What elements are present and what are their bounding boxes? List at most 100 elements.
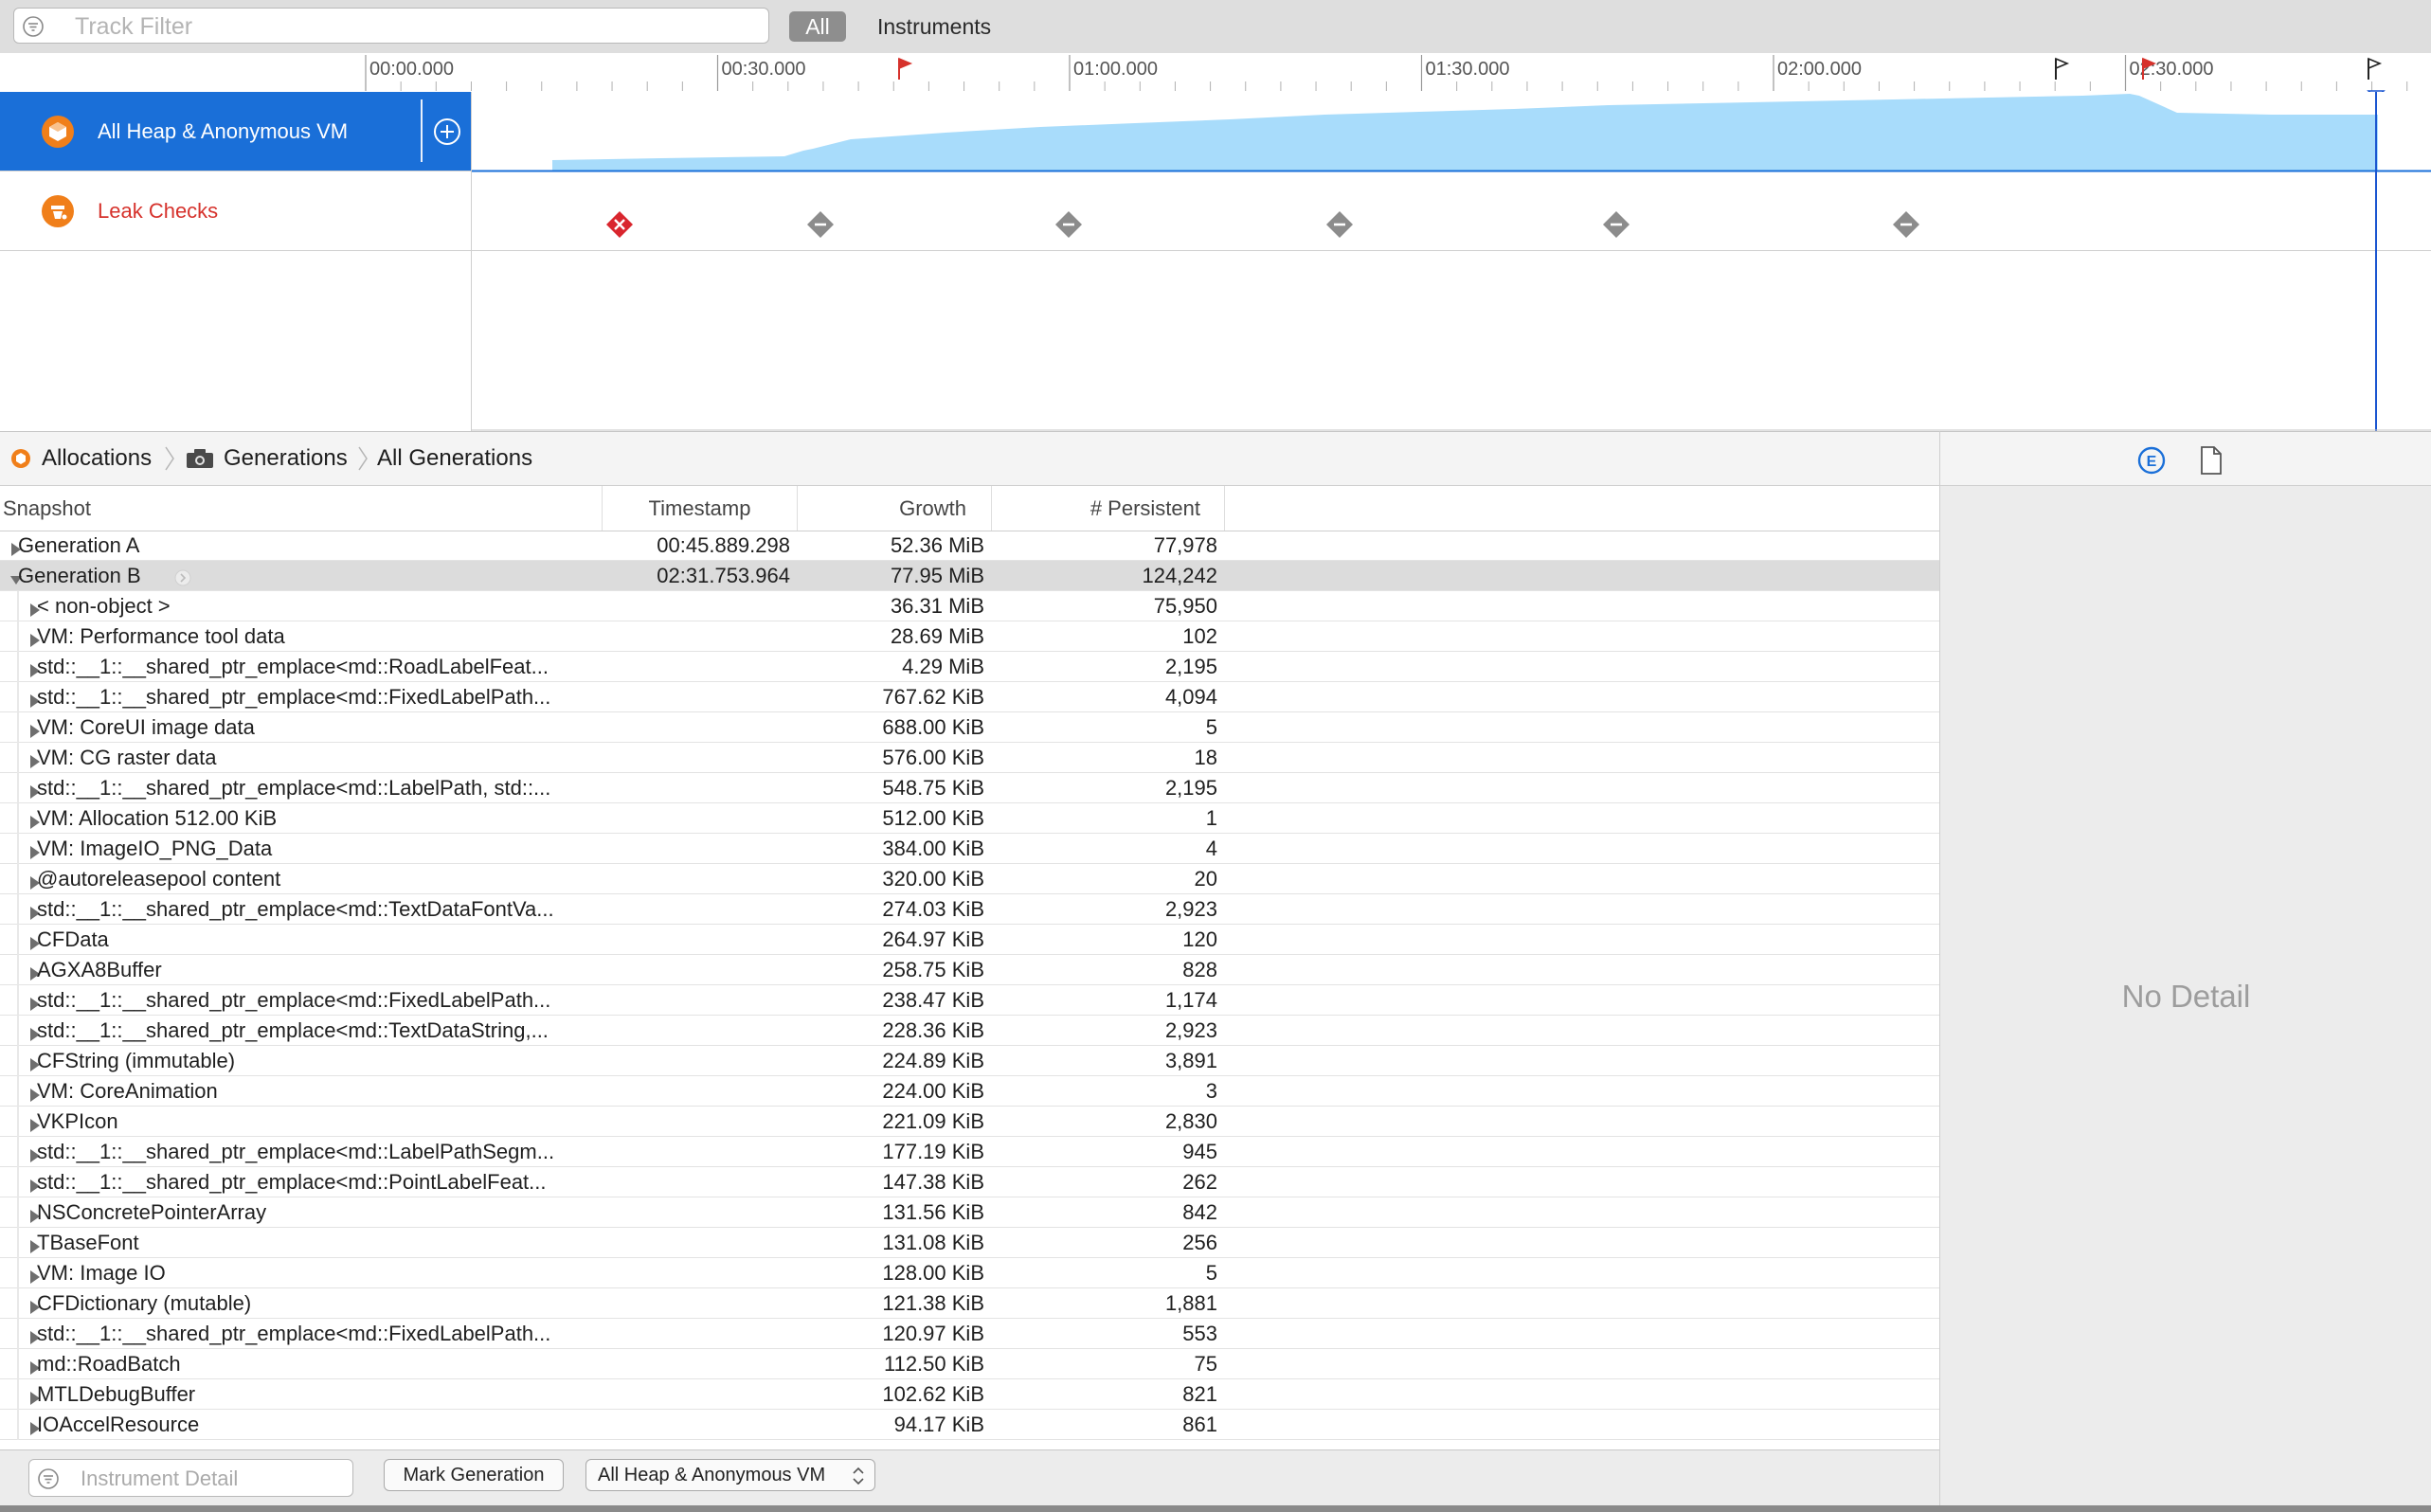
table-row[interactable]: std::__1::__shared_ptr_emplace<md::Point… [0,1167,1939,1197]
timeline-ruler[interactable]: 00:00.000 00:30.000 01:00.000 01:30.000 02:0… [0,53,2431,93]
filter-all-button[interactable]: All [789,11,846,42]
breadcrumb-allocations[interactable]: Allocations [42,432,152,485]
go-arrow-icon[interactable] [174,567,191,592]
column-growth[interactable]: Growth [798,486,992,531]
inspector-toolbar: E [1939,431,2431,486]
table-row[interactable]: std::__1::__shared_ptr_emplace<md::TextD… [0,1016,1939,1046]
inspector-pane: No Detail [1939,486,2431,1512]
table-row[interactable]: NSConcretePointerArray 131.56 KiB 842 [0,1197,1939,1228]
leak-ok-icon[interactable] [1055,211,1082,238]
mark-generation-button[interactable]: Mark Generation [384,1459,564,1491]
table-row[interactable]: IOAccelResource 94.17 KiB 861 [0,1410,1939,1440]
snapshot-name: std::__1::__shared_ptr_emplace<md::TextD… [37,1018,549,1042]
growth-cell: 52.36 MiB [890,533,984,557]
table-row[interactable]: std::__1::__shared_ptr_emplace<md::Label… [0,1137,1939,1167]
filter-icon [37,1467,60,1495]
timestamp-cell [603,955,790,984]
leak-ok-icon[interactable] [1603,211,1630,238]
tree-guide [17,955,19,985]
instrument-detail-field[interactable] [28,1459,353,1497]
filter-instruments-button[interactable]: Instruments [877,11,991,42]
tree-guide [17,803,19,834]
leak-ok-icon[interactable] [1326,211,1353,238]
snapshot-name: VM: CoreUI image data [37,715,255,739]
table-row[interactable]: < non-object > 36.31 MiB 75,950 [0,591,1939,621]
table-row[interactable]: MTLDebugBuffer 102.62 KiB 821 [0,1379,1939,1410]
persistent-cell: 256 [1182,1231,1217,1254]
extended-detail-icon[interactable]: E [2137,446,2166,479]
column-snapshot[interactable]: Snapshot [0,486,603,531]
table-row[interactable]: VM: CoreAnimation 224.00 KiB 3 [0,1076,1939,1107]
table-row[interactable]: std::__1::__shared_ptr_emplace<md::Fixed… [0,682,1939,712]
snapshot-name: std::__1::__shared_ptr_emplace<md::Fixed… [37,1322,551,1345]
leaks-icon [41,194,75,233]
growth-cell: 131.56 KiB [882,1200,984,1224]
persistent-cell: 4 [1205,837,1217,860]
breadcrumb-all-generations[interactable]: All Generations [377,432,532,485]
column-persistent[interactable]: # Persistent [992,486,1225,531]
heap-graph [472,92,2431,431]
track-leak-checks[interactable]: Leak Checks [0,171,472,251]
track-filter-input[interactable] [73,12,740,41]
growth-cell: 128.00 KiB [882,1261,984,1285]
leak-ok-icon[interactable] [807,211,834,238]
track-filter-field[interactable] [13,8,769,44]
table-row[interactable]: std::__1::__shared_ptr_emplace<md::Fixed… [0,1319,1939,1349]
table-row[interactable]: VM: ImageIO_PNG_Data 384.00 KiB 4 [0,834,1939,864]
persistent-cell: 75 [1194,1352,1217,1376]
snapshot-name: VM: Image IO [37,1261,166,1285]
tree-guide [17,834,19,864]
snapshot-name: IOAccelResource [37,1413,200,1436]
growth-cell: 384.00 KiB [882,837,984,860]
leak-failed-icon[interactable] [606,211,633,238]
column-timestamp[interactable]: Timestamp [603,486,798,531]
breadcrumb-generations[interactable]: Generations [224,432,348,485]
timestamp-cell [603,1410,790,1439]
table-row[interactable]: CFData 264.97 KiB 120 [0,925,1939,955]
tree-guide [17,1319,19,1349]
table-row[interactable]: VM: Image IO 128.00 KiB 5 [0,1258,1939,1288]
table-row[interactable]: std::__1::__shared_ptr_emplace<md::Label… [0,773,1939,803]
growth-cell: 224.89 KiB [882,1049,984,1072]
table-row[interactable]: CFString (immutable) 224.89 KiB 3,891 [0,1046,1939,1076]
table-row[interactable]: VKPIcon 221.09 KiB 2,830 [0,1107,1939,1137]
plus-circle-icon[interactable] [432,117,462,147]
table-row[interactable]: VM: Performance tool data 28.69 MiB 102 [0,621,1939,652]
timestamp-cell [603,1288,790,1318]
table-row[interactable]: VM: CoreUI image data 688.00 KiB 5 [0,712,1939,743]
table-row[interactable]: AGXA8Buffer 258.75 KiB 828 [0,955,1939,985]
table-row[interactable]: TBaseFont 131.08 KiB 256 [0,1228,1939,1258]
persistent-cell: 3,891 [1164,1049,1217,1072]
table-row[interactable]: @autoreleasepool content 320.00 KiB 20 [0,864,1939,894]
tree-guide [17,1076,19,1107]
tree-guide [17,1379,19,1410]
leak-ok-icon[interactable] [1893,211,1919,238]
table-header: Snapshot Timestamp Growth # Persistent [0,486,1939,531]
table-row[interactable]: std::__1::__shared_ptr_emplace<md::TextD… [0,894,1939,925]
snapshot-name: MTLDebugBuffer [37,1382,196,1406]
snapshot-name: std::__1::__shared_ptr_emplace<md::Label… [37,1140,555,1163]
table-row[interactable]: Generation B 02:31.753.964 77.95 MiB 124,24… [0,561,1939,591]
heap-type-select[interactable]: All Heap & Anonymous VM [585,1459,875,1491]
table-row[interactable]: std::__1::__shared_ptr_emplace<md::RoadL… [0,652,1939,682]
timestamp-cell [603,1137,790,1166]
persistent-cell: 124,242 [1142,564,1217,587]
document-icon[interactable] [2200,446,2223,479]
tracks-graph-area[interactable] [472,92,2431,431]
snapshot-name: @autoreleasepool content [37,867,281,891]
snapshot-name: Generation A [18,533,140,557]
table-row[interactable]: VM: CG raster data 576.00 KiB 18 [0,743,1939,773]
growth-cell: 177.19 KiB [882,1140,984,1163]
track-all-heap[interactable]: All Heap & Anonymous VM [0,92,472,171]
table-row[interactable]: md::RoadBatch 112.50 KiB 75 [0,1349,1939,1379]
instrument-detail-input[interactable] [79,1466,348,1492]
timestamp-cell [603,743,790,772]
table-row[interactable]: Generation A 00:45.889.298 52.36 MiB 77,978 [0,531,1939,561]
table-row[interactable]: VM: Allocation 512.00 KiB 512.00 KiB 1 [0,803,1939,834]
track-header-empty [0,251,472,431]
generations-table[interactable]: Snapshot Timestamp Growth # Persistent G… [0,486,1939,1449]
table-row[interactable]: CFDictionary (mutable) 121.38 KiB 1,881 [0,1288,1939,1319]
up-down-arrows-icon [852,1466,865,1496]
table-row[interactable]: std::__1::__shared_ptr_emplace<md::Fixed… [0,985,1939,1016]
growth-cell: 224.00 KiB [882,1079,984,1103]
